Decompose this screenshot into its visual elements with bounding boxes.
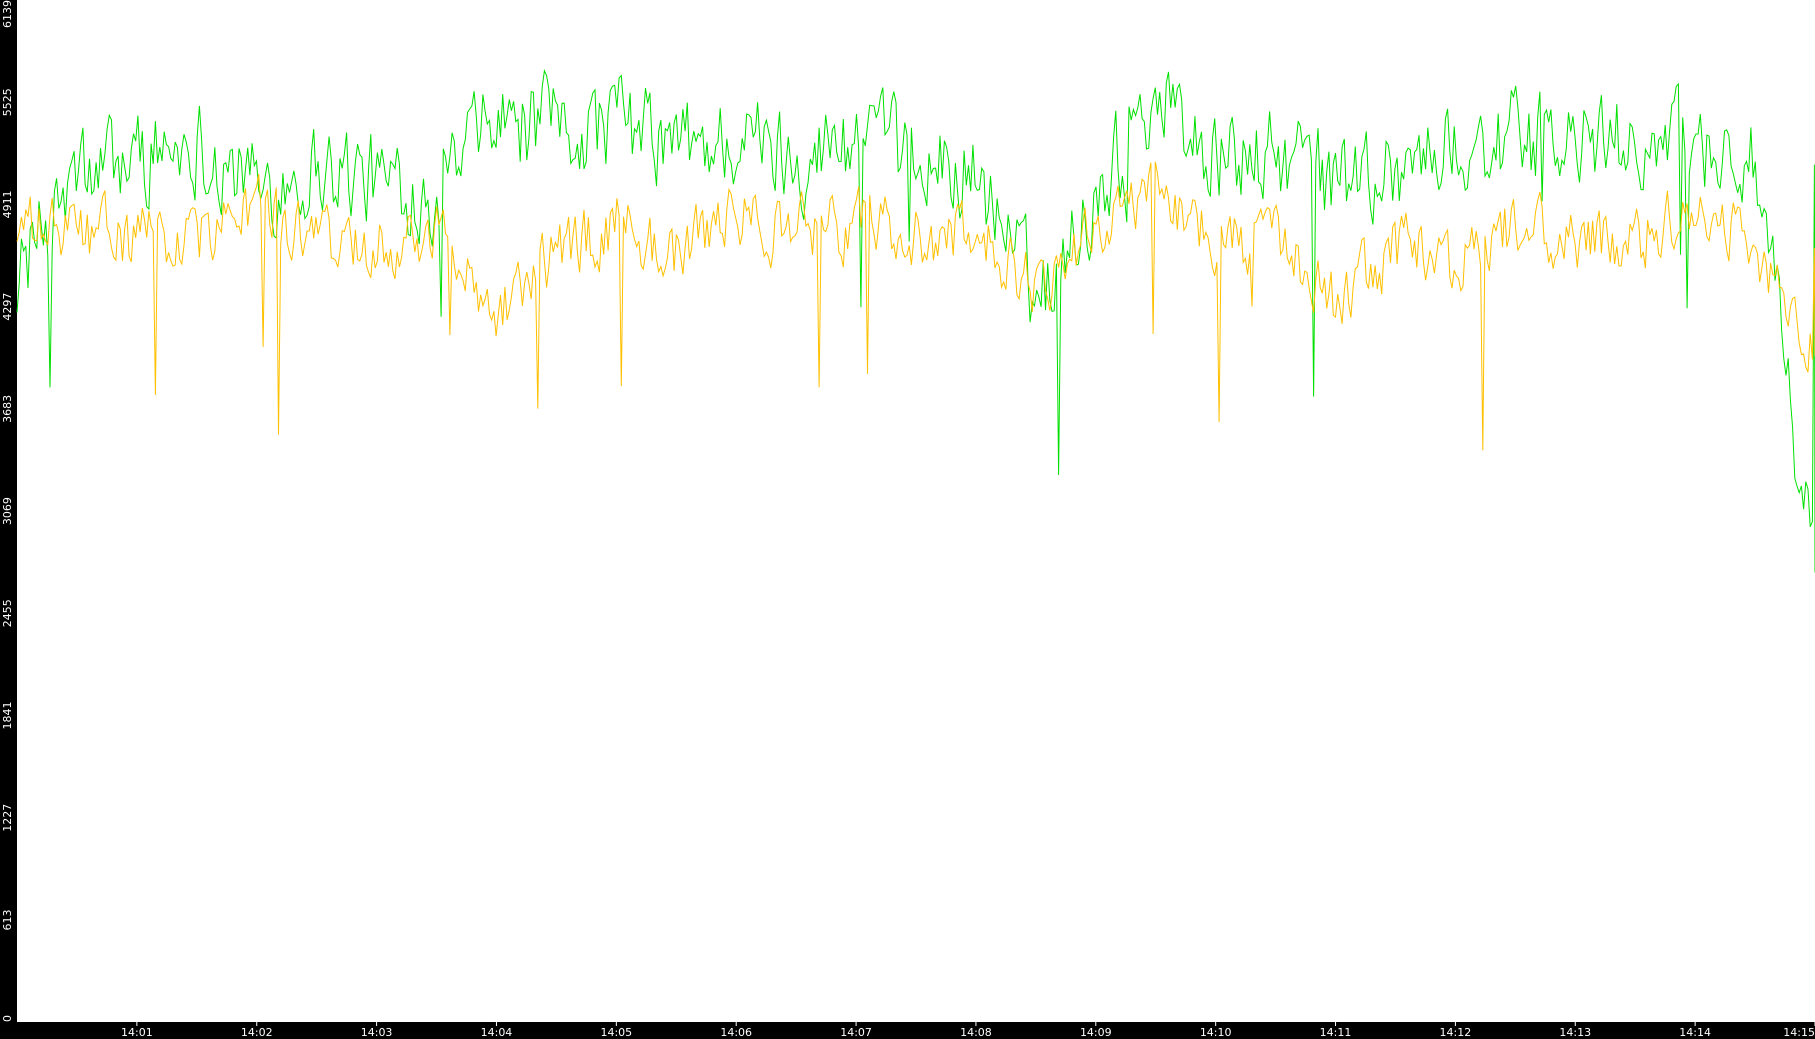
x-tick-label: 14:09: [1080, 1026, 1112, 1039]
x-tick-label: 14:13: [1559, 1026, 1591, 1039]
y-tick-label: 3683: [1, 395, 14, 423]
chart-container: 0 613 1227 1841 2455 3069 3683 4297 4911 5525 6139…: [0, 0, 1815, 1039]
x-tick-label: 14:03: [361, 1026, 393, 1039]
x-tick-label: 14:07: [840, 1026, 872, 1039]
plot-area: [17, 0, 1815, 1022]
y-tick-label: 6139: [1, 0, 14, 28]
x-tick-label: 14:02: [241, 1026, 273, 1039]
x-tick-label: 14:04: [481, 1026, 513, 1039]
x-tick-label: 14:08: [960, 1026, 992, 1039]
x-tick-label: 14:01: [121, 1026, 153, 1039]
y-tick-label: 2455: [1, 599, 14, 627]
y-tick-label: 5525: [1, 88, 14, 116]
x-tick-label: 14:06: [720, 1026, 752, 1039]
y-tick-label: 3069: [1, 497, 14, 525]
y-tick-label: 0: [1, 1015, 14, 1022]
y-tick-label: 613: [1, 909, 14, 930]
y-tick-label: 1227: [1, 804, 14, 832]
x-tick-label: 14:11: [1320, 1026, 1352, 1039]
x-tick-label: 14:10: [1200, 1026, 1232, 1039]
x-tick-label: 14:05: [600, 1026, 632, 1039]
line-chart: 0 613 1227 1841 2455 3069 3683 4297 4911 5525 6139…: [1, 0, 1815, 1039]
x-tick-label: 14:14: [1679, 1026, 1711, 1039]
x-tick-label: 14:15: [1783, 1026, 1815, 1039]
y-tick-label: 4911: [1, 190, 14, 218]
y-tick-label: 1841: [1, 702, 14, 730]
y-tick-label: 4297: [1, 293, 14, 321]
x-tick-label: 14:12: [1440, 1026, 1472, 1039]
